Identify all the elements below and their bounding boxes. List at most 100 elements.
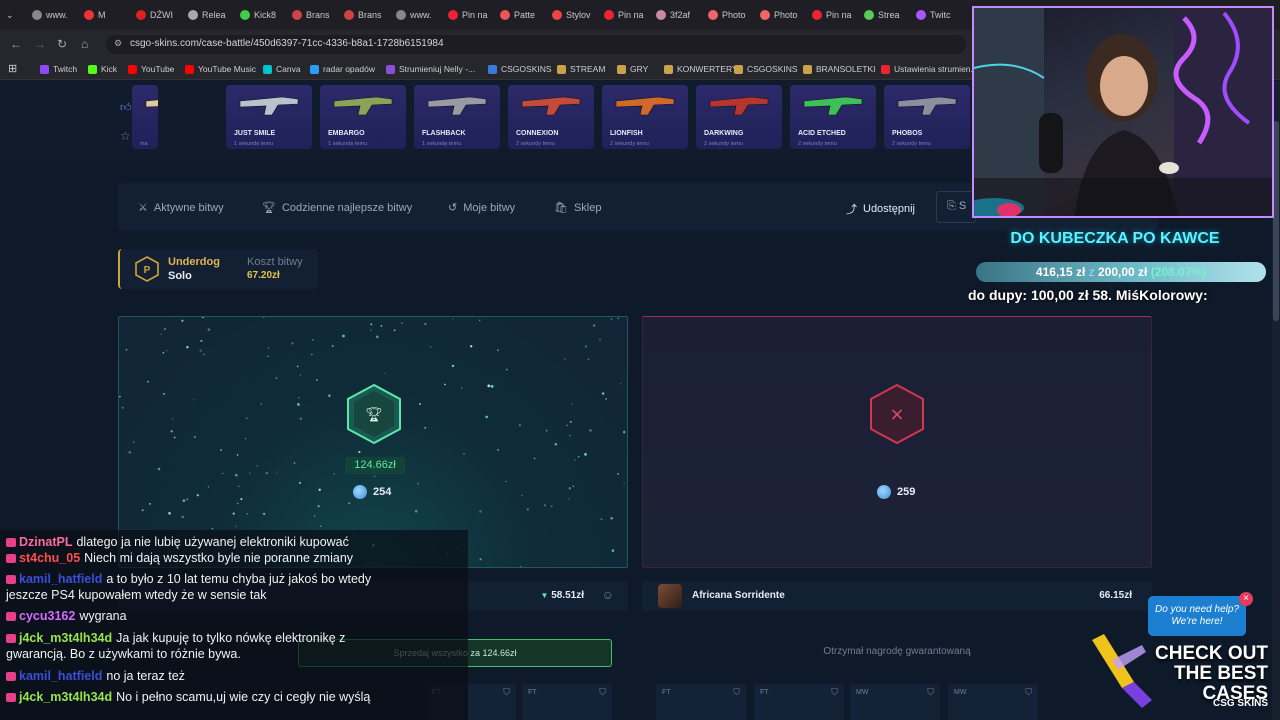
star-particle: [262, 317, 265, 318]
bookmark-item[interactable]: STREAM: [557, 64, 605, 74]
browser-tab[interactable]: www.: [396, 5, 444, 25]
browser-tab[interactable]: DŹWI: [136, 5, 184, 25]
share-button[interactable]: ⤴ Udostępnij: [846, 201, 915, 217]
bookmark-item[interactable]: BRANSOLETKI: [803, 64, 876, 74]
browser-tab[interactable]: Brans: [292, 5, 340, 25]
item-card[interactable]: MW ⛉: [850, 684, 940, 720]
back-icon[interactable]: ←: [10, 37, 22, 51]
weapon-icon: [145, 99, 158, 108]
item-card[interactable]: FT ⛉: [522, 684, 612, 720]
star-particle: [244, 438, 247, 440]
drop-time: 2 sekundy temu: [798, 141, 837, 147]
drop-skin-name: EMBARGO: [328, 130, 365, 137]
browser-tab[interactable]: Relea: [188, 5, 236, 25]
player-name[interactable]: Africana Sorridente: [692, 590, 785, 601]
tab-favicon-icon: [188, 10, 198, 20]
bookmark-item[interactable]: GRY: [617, 64, 648, 74]
tab-favicon-icon: [500, 10, 510, 20]
like-icon[interactable]: 👍︎: [120, 101, 132, 114]
drop-card[interactable]: FLASHBACK 1 sekundę temu: [414, 85, 500, 149]
bookmark-item[interactable]: Strumieniuj Nelly -...: [386, 64, 475, 74]
apps-grid-icon[interactable]: ⊞: [8, 62, 17, 75]
drop-card[interactable]: PHOBOS 2 sekundy temu: [884, 85, 970, 149]
browser-tab[interactable]: Pin na: [448, 5, 496, 25]
drop-card[interactable]: ACID ETCHED 2 sekundy temu: [790, 85, 876, 149]
bookmark-item[interactable]: CSGOSKINS: [734, 64, 798, 74]
nav-shop[interactable]: 🛍︎ Sklep: [554, 201, 602, 215]
star-particle: [623, 482, 625, 484]
player-panel-loser: × 259: [642, 316, 1152, 568]
browser-tab[interactable]: Stylov: [552, 5, 600, 25]
url-field[interactable]: ⚙ csgo-skins.com/case-battle/450d6397-71…: [106, 35, 966, 54]
bookmark-item[interactable]: YouTube: [128, 64, 174, 74]
browser-tab[interactable]: Brans: [344, 5, 392, 25]
star-particle: [203, 353, 205, 356]
cost-value: 67.20zł: [247, 270, 280, 281]
star-particle: [584, 345, 588, 348]
subscriber-badge-icon: [6, 612, 16, 621]
browser-tab[interactable]: 3f2af: [656, 5, 704, 25]
home-icon[interactable]: ⌂: [81, 37, 88, 51]
drop-card[interactable]: LIONFISH 2 sekundy temu: [602, 85, 688, 149]
browser-tab[interactable]: www.: [32, 5, 80, 25]
drop-time: 1 sekundę temu: [328, 141, 368, 147]
nav-my-battles[interactable]: ↺ Moje bitwy: [448, 201, 515, 215]
star-particle: [569, 420, 572, 423]
star-particle: [444, 383, 446, 386]
help-bubble[interactable]: Do you need help? We're here!: [1148, 596, 1246, 636]
item-card[interactable]: MW ⛉: [948, 684, 1038, 720]
drop-skin-name: DARKWING: [704, 130, 744, 137]
bookmark-item[interactable]: Twitch: [40, 64, 77, 74]
nav-daily-best[interactable]: 🏆︎ Codzienne najlepsze bitwy: [262, 201, 412, 215]
bookmark-item[interactable]: CSGOSKINS: [488, 64, 552, 74]
site-info-icon[interactable]: ⚙: [114, 38, 122, 49]
nav-active-battles[interactable]: ⚔ Aktywne bitwy: [138, 201, 224, 215]
bookmark-favicon-icon: [310, 64, 319, 74]
star-particle: [571, 403, 573, 405]
star-particle: [543, 504, 547, 507]
star-icon[interactable]: ☆: [120, 129, 131, 143]
tab-favicon-icon: [864, 10, 874, 20]
weapon-icon: [521, 96, 581, 116]
star-particle: [370, 323, 373, 326]
drop-card[interactable]: EMBARGO 1 sekundę temu: [320, 85, 406, 149]
tab-list-button[interactable]: ⌄: [6, 5, 14, 25]
browser-tab[interactable]: Photo: [708, 5, 756, 25]
drop-card[interactable]: JUST SMILE 1 sekundę temu: [226, 85, 312, 149]
bookmark-item[interactable]: radar opadów: [310, 64, 375, 74]
folder-icon: [803, 64, 812, 74]
drop-card[interactable]: ma: [132, 85, 158, 149]
drop-card[interactable]: DARKWING 2 sekundy temu: [696, 85, 782, 149]
tab-label: Pin na: [618, 10, 644, 20]
swords-icon: ⚔: [138, 202, 148, 214]
star-particle: [276, 471, 278, 473]
item-card[interactable]: FT ⛉: [754, 684, 844, 720]
item-quality: MW: [954, 689, 967, 696]
smile-icon[interactable]: ☺: [602, 588, 614, 602]
close-icon[interactable]: ×: [1239, 592, 1253, 606]
winner-prize: 124.66zł: [345, 457, 405, 474]
bookmark-item[interactable]: KONWERTERY: [664, 64, 738, 74]
browser-tab[interactable]: Pin na: [604, 5, 652, 25]
browser-tab[interactable]: Strea: [864, 5, 912, 25]
reload-icon[interactable]: ↻: [57, 37, 67, 51]
drop-card[interactable]: CONNEXION 2 sekundy temu: [508, 85, 594, 149]
star-particle: [163, 393, 165, 395]
star-particle: [463, 453, 465, 455]
bookmark-favicon-icon: [88, 64, 97, 74]
bookmark-item[interactable]: Kick: [88, 64, 117, 74]
item-card[interactable]: FT ⛉: [656, 684, 746, 720]
browser-tab[interactable]: M: [84, 5, 132, 25]
copy-button[interactable]: ⎘ S: [936, 191, 976, 223]
browser-tab[interactable]: Pin na: [812, 5, 860, 25]
bookmark-item[interactable]: YouTube Music: [185, 64, 256, 74]
forward-icon[interactable]: →: [34, 37, 46, 51]
bookmark-item[interactable]: Canva: [263, 64, 301, 74]
browser-tab[interactable]: Kick8: [240, 5, 288, 25]
bookmark-item[interactable]: Ustawienia strumien...: [881, 64, 978, 74]
subscriber-badge-icon: [6, 693, 16, 702]
browser-tab[interactable]: Photo: [760, 5, 808, 25]
browser-tab[interactable]: Twitc: [916, 5, 964, 25]
bookmark-favicon-icon: [40, 64, 49, 74]
browser-tab[interactable]: Patte: [500, 5, 548, 25]
